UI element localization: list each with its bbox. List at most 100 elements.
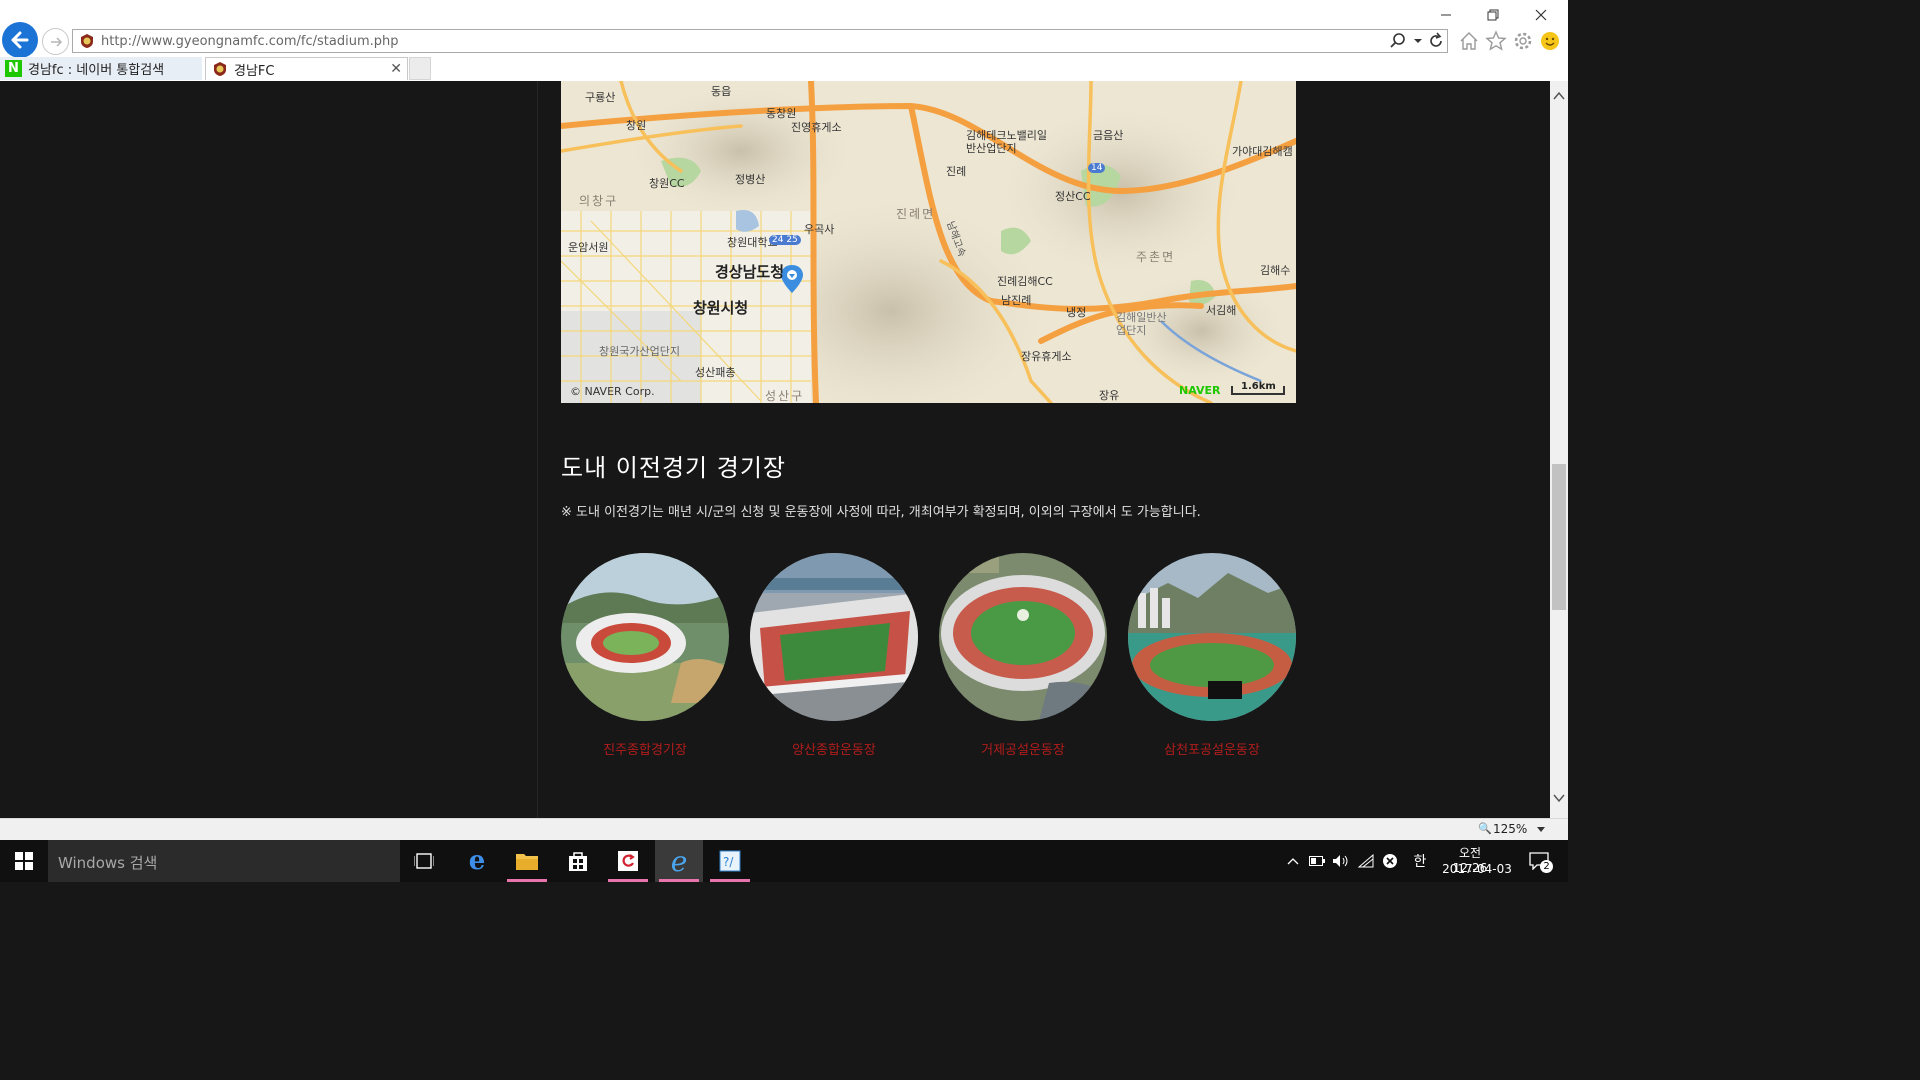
stadium-photo[interactable] [561, 553, 729, 721]
scroll-thumb[interactable] [1552, 464, 1566, 610]
svg-text:?/: ?/ [723, 855, 734, 869]
map-label: 성산패총 [695, 366, 736, 379]
map-label: 진례면 [896, 207, 936, 221]
store-bag-icon [569, 852, 587, 871]
favorites-star-icon[interactable] [1485, 30, 1507, 52]
stadium-card-jinju[interactable]: 진주종합경기장 [561, 553, 729, 758]
stadium-name[interactable]: 거제공설운동장 [939, 739, 1107, 758]
map-label: 창원국가산업단지 [599, 345, 680, 358]
home-icon[interactable] [1458, 30, 1480, 52]
volume-icon[interactable] [1331, 851, 1351, 871]
tab-naver-search[interactable]: N 경남fc : 네이버 통합검색 [0, 57, 202, 80]
feedback-smiley-icon[interactable] [1539, 30, 1561, 52]
map-label: 우곡사 [804, 223, 835, 236]
stadium-photo[interactable] [1128, 553, 1296, 721]
map-label: 창원시청 [693, 299, 749, 317]
map-label: 남진례 [1001, 294, 1032, 307]
map-label: 가야대김해캠 [1232, 145, 1293, 158]
route-shield: 24 25 [769, 235, 801, 245]
map-label: 동읍 [711, 85, 732, 98]
network-off-icon[interactable] [1380, 851, 1400, 871]
page-content: 구룡산 동읍 동창원 진영휴게소 창원 창원CC 정병산 의창구 운암서원 창원… [0, 81, 1550, 818]
taskbar-file-explorer[interactable] [503, 840, 551, 882]
map-label: 주촌면 [1136, 250, 1176, 264]
search-icon[interactable] [1389, 32, 1407, 50]
scroll-down-icon[interactable] [1553, 793, 1565, 803]
stadium-card-yangsan[interactable]: 양산종합운동장 [750, 553, 918, 758]
map-copyright: © NAVER Corp. [570, 385, 655, 398]
site-favicon-icon [214, 62, 226, 76]
stadium-name[interactable]: 진주종합경기장 [561, 739, 729, 758]
back-button[interactable] [2, 22, 38, 58]
map-label: 김해수 [1260, 264, 1291, 277]
sync-app-icon [618, 851, 638, 871]
dropdown-icon[interactable] [1409, 32, 1427, 50]
refresh-icon[interactable] [1427, 32, 1445, 50]
folder-icon [516, 854, 538, 870]
map-label: 운암서원 [568, 241, 609, 254]
minimize-button[interactable] [1423, 0, 1469, 30]
naver-favicon-icon: N [5, 60, 22, 77]
page-scrollbar[interactable] [1550, 81, 1568, 818]
tab-close-icon[interactable]: ✕ [390, 61, 402, 77]
active-indicator [710, 879, 750, 882]
taskbar-search-placeholder: Windows 검색 [58, 854, 158, 872]
map-label: 냉정 [1066, 306, 1087, 319]
map-label: 경상남도청 [715, 263, 785, 281]
wifi-icon[interactable] [1356, 851, 1376, 871]
new-tab-button[interactable] [409, 57, 431, 80]
internet-explorer-icon: e [670, 844, 688, 878]
address-bar[interactable]: http://www.gyeongnamfc.com/fc/stadium.ph… [72, 29, 1448, 53]
scroll-up-icon[interactable] [1553, 91, 1565, 101]
task-view-button[interactable] [400, 840, 448, 882]
zoom-dropdown-icon[interactable] [1536, 826, 1546, 834]
ime-indicator[interactable]: 한 [1410, 851, 1430, 871]
site-favicon-icon [81, 34, 93, 48]
column-divider [537, 81, 538, 818]
taskbar-internet-explorer[interactable]: e [655, 840, 703, 882]
start-button[interactable] [0, 840, 48, 882]
zoom-level[interactable]: 125% [1493, 822, 1527, 836]
section-note: ※ 도내 이전경기는 매년 시/군의 신청 및 운동장에 사정에 따라, 개최여… [561, 505, 1201, 520]
restore-button[interactable] [1470, 0, 1516, 30]
map-label: 성산구 [765, 389, 805, 403]
stadium-name[interactable]: 삼천포공설운동장 [1128, 739, 1296, 758]
stadium-photo[interactable] [939, 553, 1107, 721]
tray-chevron-icon[interactable] [1283, 851, 1303, 871]
status-bar: 🔍 125% [0, 818, 1568, 840]
tab-gyeongnam-fc[interactable]: 경남FC ✕ [205, 57, 408, 80]
location-map[interactable]: 구룡산 동읍 동창원 진영휴게소 창원 창원CC 정병산 의창구 운암서원 창원… [561, 81, 1296, 403]
map-label: 창원 [626, 119, 647, 132]
task-view-icon [414, 853, 434, 869]
active-indicator [507, 879, 547, 882]
active-indicator [608, 879, 648, 882]
battery-icon[interactable] [1307, 851, 1327, 871]
stadium-card-geoje[interactable]: 거제공설운동장 [939, 553, 1107, 758]
url-text[interactable]: http://www.gyeongnamfc.com/fc/stadium.ph… [101, 34, 399, 49]
map-label: 창원CC [649, 177, 685, 190]
tab-label: 경남FC [234, 63, 275, 79]
map-label: 김해일반산업단지 [1116, 311, 1167, 337]
forward-button[interactable] [42, 28, 69, 55]
active-indicator [659, 879, 699, 882]
map-label: 진영휴게소 [791, 121, 842, 134]
map-label: 김해테크노밸리일반산업단지 [966, 129, 1047, 155]
taskbar-edge[interactable]: e [453, 840, 501, 882]
taskbar-doc-app[interactable]: ?/ [706, 840, 754, 882]
taskbar-sync-app[interactable] [604, 840, 652, 882]
windows-logo-icon [15, 852, 33, 870]
naver-logo[interactable]: NAVER [1179, 384, 1220, 397]
route-shield: 14 [1088, 163, 1106, 173]
stadium-card-samcheonpo[interactable]: 삼천포공설운동장 [1128, 553, 1296, 758]
clock-date[interactable]: 2017-04-03 [1442, 862, 1512, 876]
map-label: 장유휴게소 [1021, 350, 1072, 363]
edge-icon: e [468, 846, 486, 876]
taskbar-store[interactable] [554, 840, 602, 882]
section-title: 도내 이전경기 경기장 [561, 454, 786, 482]
stadium-name[interactable]: 양산종합운동장 [750, 739, 918, 758]
taskbar-search-box[interactable]: Windows 검색 [48, 840, 400, 882]
stadium-photo[interactable] [750, 553, 918, 721]
close-window-button[interactable] [1518, 0, 1564, 30]
action-center-button[interactable]: 2 [1525, 851, 1553, 873]
settings-gear-icon[interactable] [1512, 30, 1534, 52]
